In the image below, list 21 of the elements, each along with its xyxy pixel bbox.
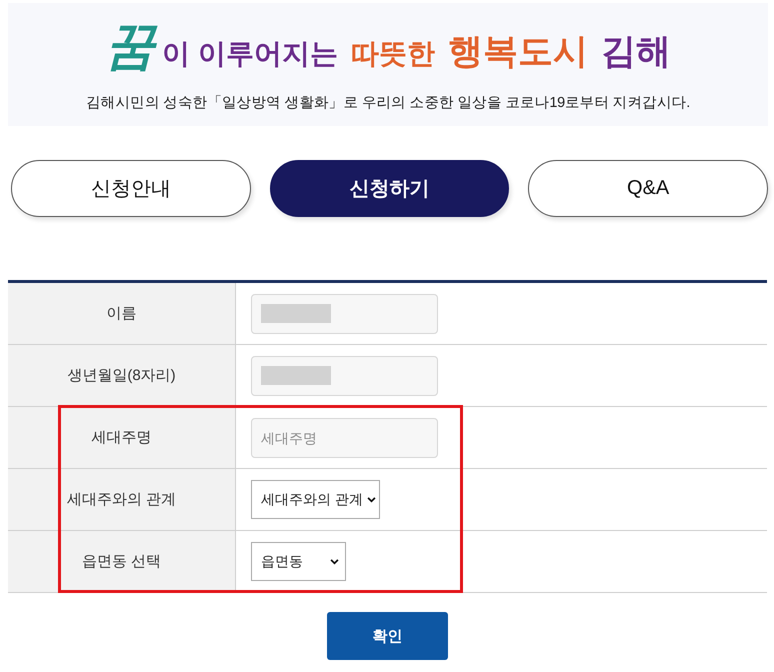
slogan-text: 행복도시 bbox=[448, 34, 588, 69]
confirm-button[interactable]: 확인 bbox=[327, 612, 448, 660]
row-label: 세대주명 bbox=[8, 407, 236, 469]
tab[interactable]: 신청안내 bbox=[11, 160, 251, 217]
tab[interactable]: 신청하기 bbox=[270, 160, 510, 217]
dropdown-select[interactable]: 읍면동 bbox=[251, 542, 346, 581]
chevron-down-icon bbox=[330, 558, 339, 564]
dropdown-select[interactable]: 세대주와의 관계 bbox=[251, 480, 380, 519]
slogan-text: 이 이루어지는 bbox=[162, 40, 338, 68]
row-label: 생년월일(8자리) bbox=[8, 345, 236, 407]
row-label: 읍면동 선택 bbox=[8, 531, 236, 593]
tab[interactable]: Q&A bbox=[528, 160, 768, 217]
row-label: 이름 bbox=[8, 283, 236, 345]
text-input-field[interactable]: 세대주명 bbox=[251, 418, 438, 458]
banner-subtitle: 김해시민의 성숙한「일상방역 생활화」로 우리의 소중한 일상을 코로나19로부터 지켜갑시다. bbox=[86, 94, 690, 112]
chevron-down-icon bbox=[366, 496, 376, 502]
slogan-text: 따뜻한 bbox=[350, 40, 435, 68]
text-input-field[interactable] bbox=[251, 294, 438, 334]
slogan-text: 김해 bbox=[600, 34, 671, 69]
row-label: 세대주와의 관계 bbox=[8, 469, 236, 531]
text-input-field[interactable] bbox=[251, 356, 438, 396]
